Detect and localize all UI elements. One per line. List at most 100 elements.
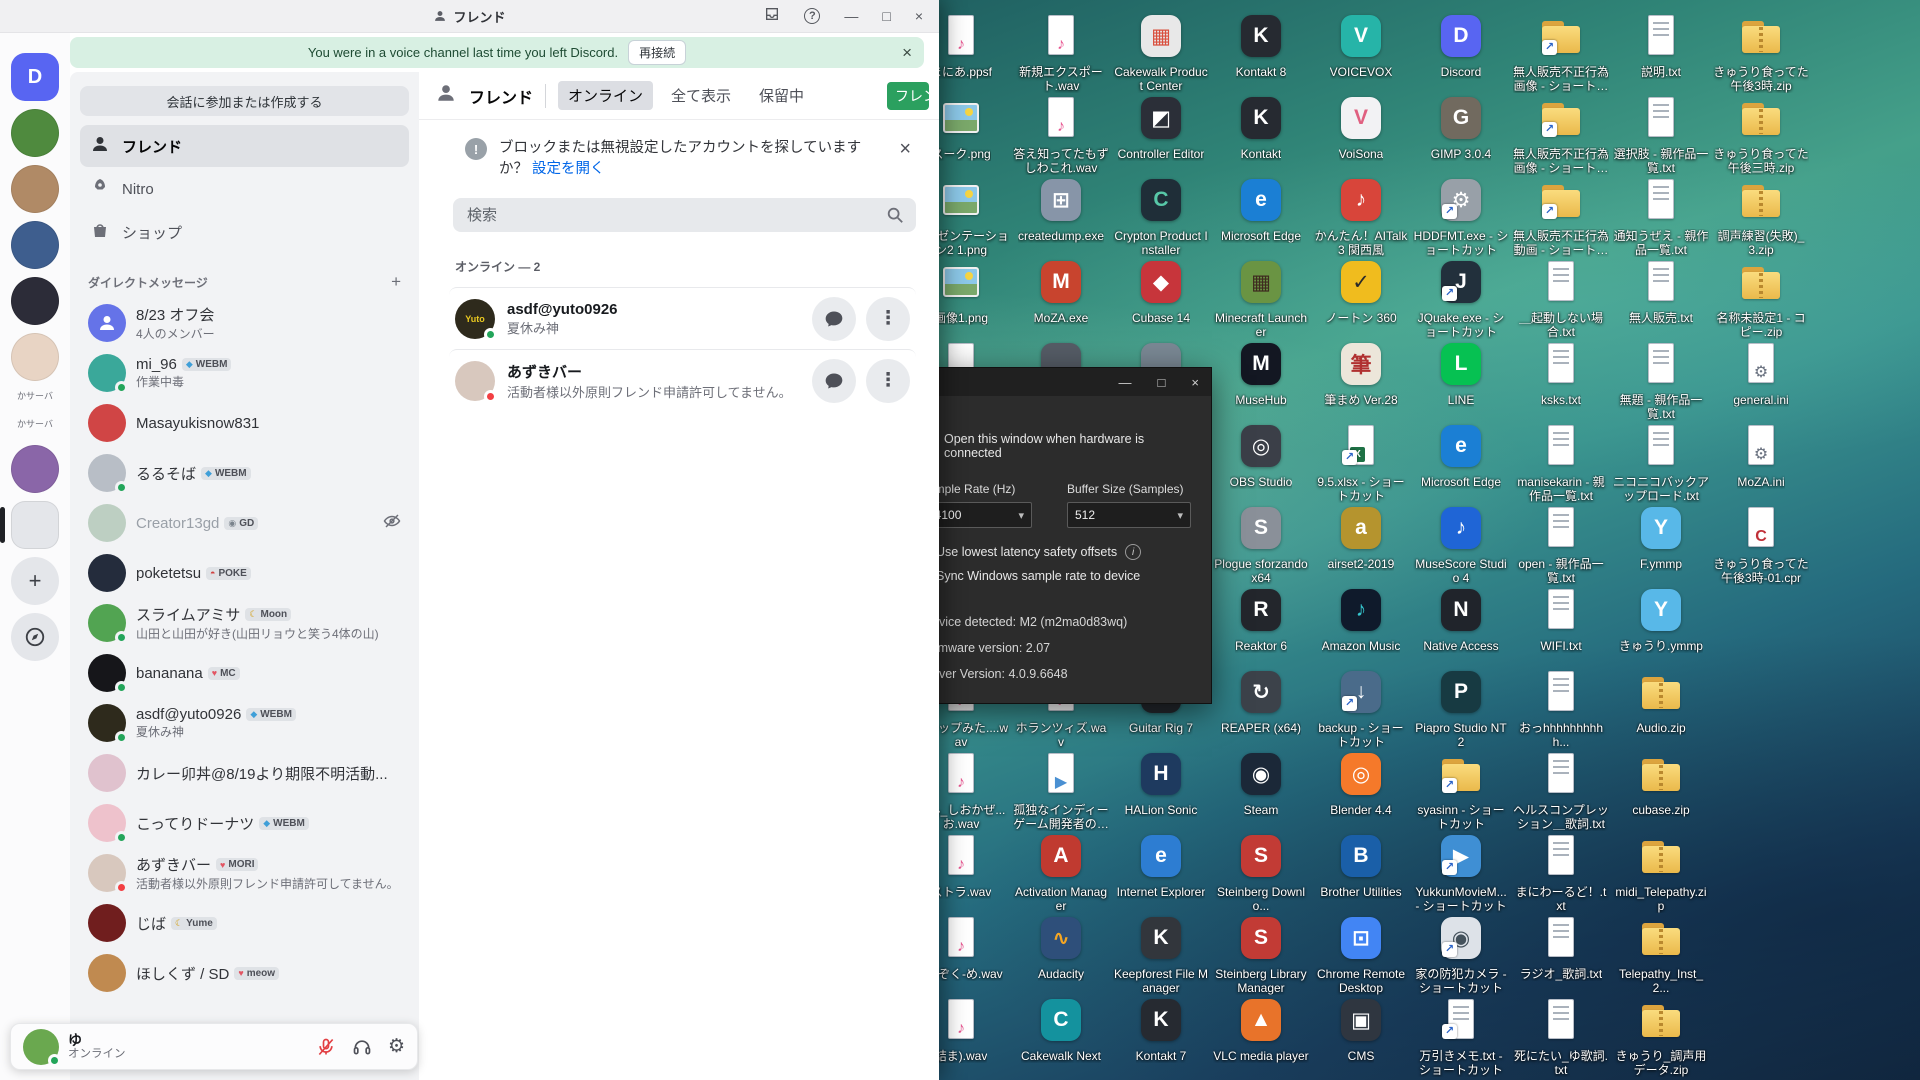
desktop-icon[interactable]: open - 親作品一覧.txt xyxy=(1511,502,1611,585)
message-button[interactable] xyxy=(812,359,856,403)
desktop-icon[interactable]: ◉Steam xyxy=(1211,748,1311,817)
dialog-minimize-button[interactable]: — xyxy=(1119,376,1132,389)
banner-close-icon[interactable]: × xyxy=(902,43,912,63)
desktop-icon[interactable]: Telepathy_Inst_2... xyxy=(1611,912,1711,995)
desktop-icon[interactable]: ↗万引きメモ.txt - ショートカット xyxy=(1411,994,1511,1077)
desktop-icon[interactable]: ▦Cakewalk Product Center xyxy=(1111,10,1211,93)
user-panel[interactable]: ゆ オンライン ⚙ xyxy=(10,1023,418,1070)
desktop-icon[interactable]: 無人販売.txt xyxy=(1611,256,1711,325)
desktop-icon[interactable]: CCakewalk Next xyxy=(1011,994,1111,1063)
desktop-icon[interactable]: きゅうり食ってた午後三時.zip xyxy=(1711,92,1811,175)
desktop-icon[interactable]: ksks.txt xyxy=(1511,338,1611,407)
desktop-icon[interactable]: WIFI.txt xyxy=(1511,584,1611,653)
create-dm-icon[interactable]: + xyxy=(391,272,401,292)
desktop-icon[interactable]: おっhhhhhhhhhh... xyxy=(1511,666,1611,749)
desktop-icon[interactable]: Audio.zip xyxy=(1611,666,1711,735)
server-icon[interactable] xyxy=(11,165,59,213)
dm-item[interactable]: スライムアミサ☾Moon山田と山田が好き(山田リョウと笑う4体の山) xyxy=(80,598,409,648)
desktop-icon[interactable]: ↗無人販売不正行為動画 - ショートカット xyxy=(1511,174,1611,257)
tab-保留中[interactable]: 保留中 xyxy=(749,81,814,110)
desktop-icon[interactable]: KKontakt 7 xyxy=(1111,994,1211,1063)
desktop-icon[interactable]: ◩Controller Editor xyxy=(1111,92,1211,161)
home-button[interactable]: D xyxy=(11,53,59,101)
desktop-icon[interactable]: 調声練習(失敗)_3.zip xyxy=(1711,174,1811,257)
desktop-icon[interactable]: eMicrosoft Edge xyxy=(1211,174,1311,243)
help-icon[interactable]: ? xyxy=(804,8,820,24)
desktop-icon[interactable]: ニコニコバックアップロード.txt xyxy=(1611,420,1711,503)
headphones-icon[interactable] xyxy=(352,1037,372,1057)
dialog-close-button[interactable]: × xyxy=(1191,376,1199,389)
desktop-icon[interactable]: ヘルスコンプレッション＿歌詞.txt xyxy=(1511,748,1611,831)
friend-row[interactable]: あずきバー活動者様以外原則フレンド申請許可してません。⋮ xyxy=(449,349,916,411)
lowest-latency-option[interactable]: Use lowest latency safety offsets i xyxy=(936,544,1201,560)
desktop-icon[interactable]: LLINE xyxy=(1411,338,1511,407)
desktop-icon[interactable]: manisekarin - 親作品一覧.txt xyxy=(1511,420,1611,503)
desktop-icon[interactable]: ◆Cubase 14 xyxy=(1111,256,1211,325)
tab-全て表示[interactable]: 全て表示 xyxy=(661,81,741,110)
desktop-icon[interactable]: ◎Blender 4.4 xyxy=(1311,748,1411,817)
tab-オンライン[interactable]: オンライン xyxy=(558,81,653,110)
dm-item[interactable]: asdf@yuto0926◆WEBM夏休み神 xyxy=(80,698,409,748)
dm-item[interactable]: Masayukisnow831 xyxy=(80,398,409,448)
desktop-icon[interactable]: ↗無人販売不正行為画像 - ショートカッ... xyxy=(1511,10,1611,93)
desktop-icon[interactable]: eMicrosoft Edge xyxy=(1411,420,1511,489)
microphone-muted-icon[interactable] xyxy=(316,1037,336,1057)
desktop-icon[interactable]: NNative Access xyxy=(1411,584,1511,653)
desktop-icon[interactable]: HHALion Sonic xyxy=(1111,748,1211,817)
dialog-maximize-button[interactable]: □ xyxy=(1158,376,1166,389)
server-icon[interactable] xyxy=(11,333,59,381)
desktop-icon[interactable]: ラジオ_歌詞.txt xyxy=(1511,912,1611,981)
desktop-icon[interactable]: ↗無人販売不正行為画像 - ショートカット xyxy=(1511,92,1611,175)
desktop-icon[interactable]: Cきゅうり食ってた午後3時-01.cpr xyxy=(1711,502,1811,585)
desktop-icon[interactable]: ⊡Chrome Remote Desktop xyxy=(1311,912,1411,995)
notice-close-icon[interactable]: × xyxy=(899,138,911,161)
add-server-button[interactable]: + xyxy=(11,557,59,605)
desktop-icon[interactable]: VVoiSona xyxy=(1311,92,1411,161)
dm-item[interactable]: poketetsu◓POKE xyxy=(80,548,409,598)
desktop-icon[interactable]: SSteinberg Library Manager xyxy=(1211,912,1311,995)
desktop-icon[interactable]: aairset2-2019 xyxy=(1311,502,1411,571)
dm-item[interactable]: こってりドーナツ◆WEBM xyxy=(80,798,409,848)
dm-item[interactable]: Creator13gd◉GD xyxy=(80,498,409,548)
desktop-icon[interactable]: VVOICEVOX xyxy=(1311,10,1411,79)
desktop-icon[interactable]: BBrother Utilities xyxy=(1311,830,1411,899)
server-icon[interactable] xyxy=(11,221,59,269)
desktop-icon[interactable]: 通知うぜえ - 親作品一覧.txt xyxy=(1611,174,1711,257)
desktop-icon[interactable]: AActivation Manager xyxy=(1011,830,1111,913)
minimize-button[interactable]: — xyxy=(844,9,858,23)
server-icon[interactable] xyxy=(11,277,59,325)
desktop-icon[interactable]: 名称未設定1 - コピー.zip xyxy=(1711,256,1811,339)
desktop-icon[interactable]: ♪新規エクスポート.wav xyxy=(1011,10,1111,93)
desktop-icon[interactable]: DDiscord xyxy=(1411,10,1511,79)
friend-row[interactable]: Yutoasdf@yuto0926夏休み神⋮ xyxy=(449,287,916,349)
desktop-icon[interactable]: ⚙MoZA.ini xyxy=(1711,420,1811,489)
message-button[interactable] xyxy=(812,297,856,341)
close-button[interactable]: × xyxy=(915,9,923,23)
desktop-icon[interactable]: RReaktor 6 xyxy=(1211,584,1311,653)
desktop-icon[interactable]: SSteinberg Downlo... xyxy=(1211,830,1311,913)
server-icon[interactable] xyxy=(11,445,59,493)
desktop-icon[interactable]: GGIMP 3.0.4 xyxy=(1411,92,1511,161)
desktop-icon[interactable]: ⚙↗HDDFMT.exe - ショートカット xyxy=(1411,174,1511,257)
desktop-icon[interactable]: 選択肢 - 親作品一覧.txt xyxy=(1611,92,1711,175)
gear-icon[interactable]: ⚙ xyxy=(388,1037,405,1057)
desktop-icon[interactable]: ↗syasinn - ショートカット xyxy=(1411,748,1511,831)
inbox-icon[interactable] xyxy=(764,6,780,27)
sidebar-item-shop[interactable]: ショップ xyxy=(80,211,409,253)
desktop-icon[interactable]: X↗9.5.xlsx - ショートカット xyxy=(1311,420,1411,503)
maximize-button[interactable]: □ xyxy=(882,9,890,23)
desktop-icon[interactable]: ⚙general.ini xyxy=(1711,338,1811,407)
sync-sample-rate-option[interactable]: Sync Windows sample rate to device xyxy=(936,569,1201,583)
desktop-icon[interactable]: ↓↗backup - ショートカット xyxy=(1311,666,1411,749)
dm-item[interactable]: あずきバー♥MORI活動者様以外原則フレンド申請許可してません。 xyxy=(80,848,409,898)
desktop-icon[interactable]: cubase.zip xyxy=(1611,748,1711,817)
join-create-conversation-button[interactable]: 会話に参加または作成する xyxy=(80,86,409,116)
dm-item[interactable]: mi_96◆WEBM作業中毒 xyxy=(80,348,409,398)
server-icon[interactable] xyxy=(11,501,59,549)
desktop-icon[interactable]: 説明.txt xyxy=(1611,10,1711,79)
desktop-icon[interactable]: KKeepforest File Manager xyxy=(1111,912,1211,995)
desktop-icon[interactable]: きゅうり食ってた午後3時.zip xyxy=(1711,10,1811,93)
desktop-icon[interactable]: ◉↗家の防犯カメラ - ショートカット xyxy=(1411,912,1511,995)
dm-item[interactable]: カレー卯丼@8/19より期限不明活動... xyxy=(80,748,409,798)
desktop-icon[interactable]: ♪Amazon Music xyxy=(1311,584,1411,653)
